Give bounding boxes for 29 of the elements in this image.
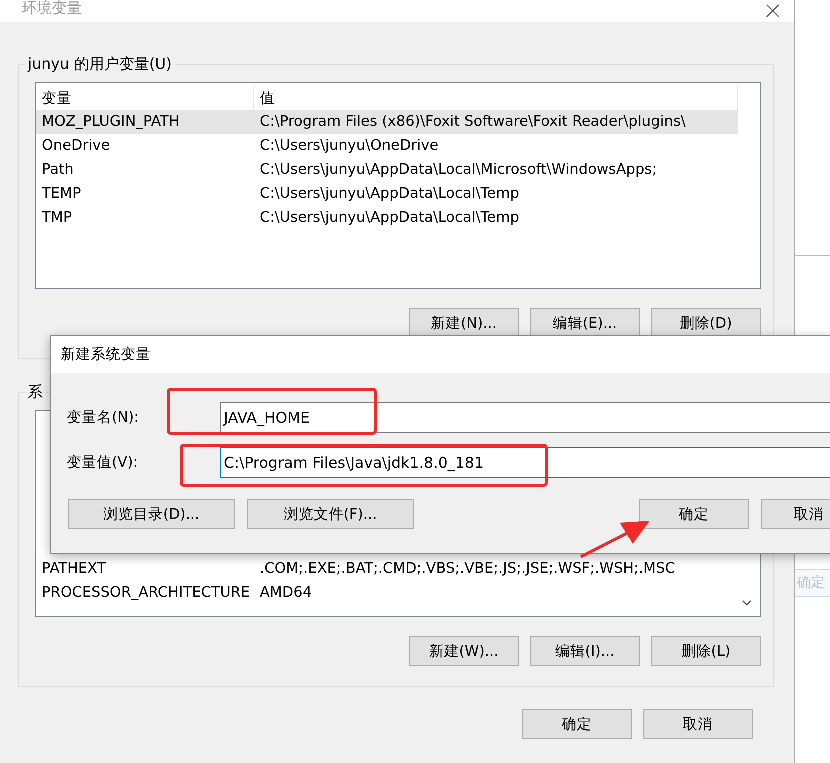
list-row[interactable]: PROCESSOR_ARCHITECTURE AMD64 [36,581,738,605]
group-label: 系 [27,383,44,402]
scroll-down-icon[interactable] [742,600,752,606]
list-button[interactable]: 编辑(I)... [530,636,640,666]
list-row[interactable]: PATHEXT .COM;.EXE;.BAT;.CMD;.VBS;.VBE;.JS;.JSE;.WSF;.WSH;.MSC [36,557,738,581]
list-row[interactable]: TEMP C:\Users\junyu\AppData\Local\Temp [36,182,738,206]
input-field[interactable]: JAVA_HOME [220,402,830,433]
dialog-title: 新建系统变量 [51,336,830,373]
field-label: 变量值(V): [67,454,140,472]
list-button[interactable]: 删除(D) [651,308,761,338]
input-field[interactable]: C:\Program Files\Java\jdk1.8.0_181 [220,447,830,478]
list-button[interactable]: 新建(W)... [409,636,519,666]
list-button[interactable]: 删除(L) [651,636,761,666]
dialog-button[interactable]: 取消 [761,499,830,529]
list-row[interactable]: Path C:\Users\junyu\AppData\Local\Microsoft\WindowsApps; [36,158,738,182]
field-label: 变量名(N): [67,408,140,427]
browse-button[interactable]: 浏览文件(F)... [247,499,414,529]
browse-button[interactable]: 浏览目录(D)... [68,499,235,529]
list-button[interactable]: 新建(N)... [409,308,519,338]
list-button[interactable]: 编辑(E)... [530,308,640,338]
list-row[interactable]: TMP C:\Users\junyu\AppData\Local\Temp [36,206,738,230]
list-row[interactable]: MOZ_PLUGIN_PATH C:\Program Files (x86)\Foxit Software\Foxit Reader\plugins\ [36,110,738,134]
group-label: junyu 的用户变量(U) [26,55,174,74]
close-icon[interactable] [766,4,780,18]
dialog-button[interactable]: 确定 [522,709,632,739]
dialog-button[interactable]: 取消 [643,709,753,739]
window-title: 环境变量 [22,0,82,18]
list-row[interactable]: OneDrive C:\Users\junyu\OneDrive [36,134,738,158]
dialog-button[interactable]: 确定 [639,499,749,529]
